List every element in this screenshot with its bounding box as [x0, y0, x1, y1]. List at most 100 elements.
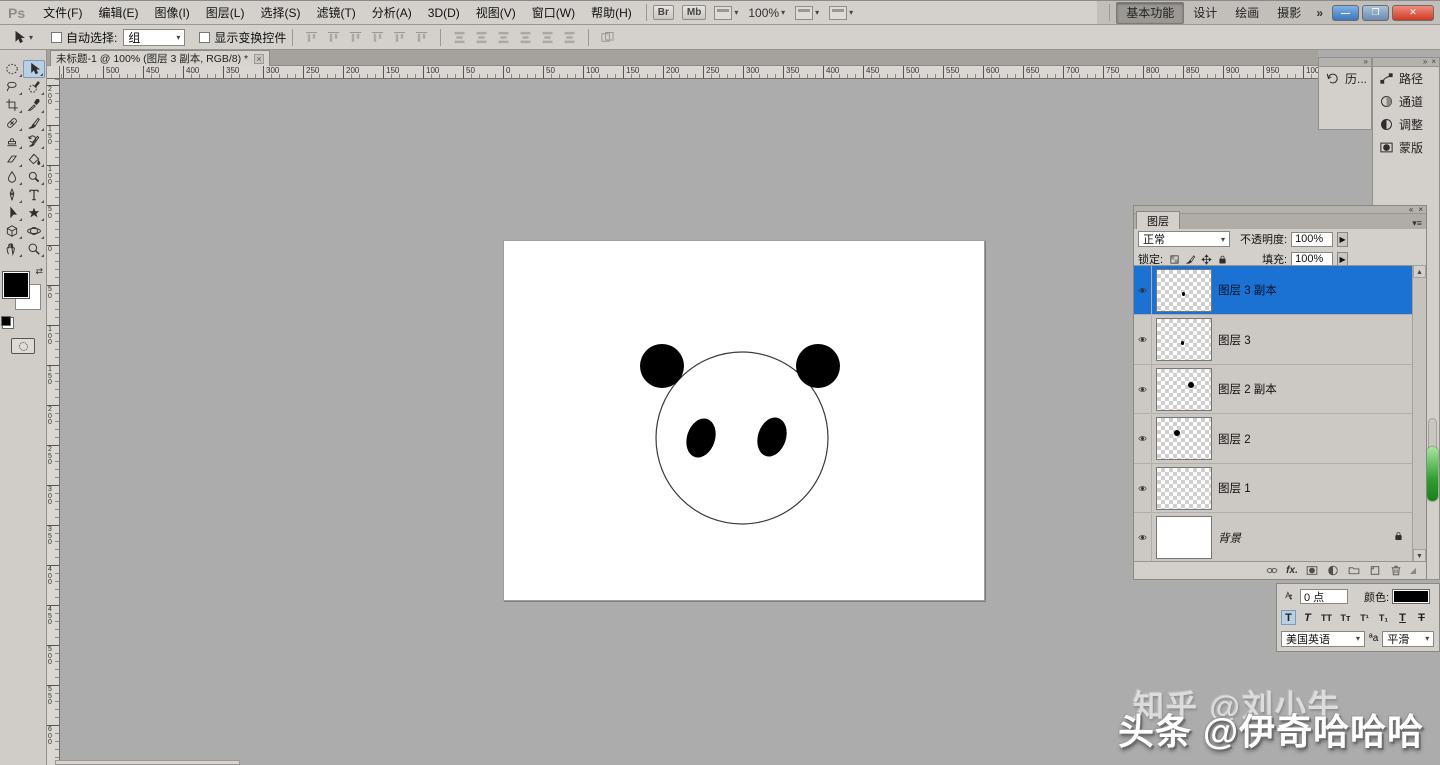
bridge-button[interactable]: Br [653, 5, 674, 20]
layer-visibility-eye-icon[interactable] [1134, 464, 1152, 512]
view-extras-button[interactable]: ▾ [714, 6, 738, 20]
blend-mode-dropdown[interactable]: 正常▾ [1138, 231, 1230, 247]
layer-row-4[interactable]: 图层 2 [1134, 415, 1412, 464]
layer-row-5[interactable]: 图层 1 [1134, 464, 1412, 513]
lock-transparent-pixels-button[interactable] [1167, 252, 1182, 266]
menu-select[interactable]: 选择(S) [252, 3, 308, 23]
underline-button[interactable]: T [1395, 610, 1410, 625]
workspace-basic-functions[interactable]: 基本功能 [1116, 2, 1184, 24]
foreground-color-swatch[interactable] [3, 272, 29, 298]
zoom-tool[interactable] [23, 240, 45, 258]
layer-name[interactable]: 图层 3 [1218, 332, 1251, 348]
align-right-edges-button[interactable] [413, 30, 430, 45]
new-group-button[interactable] [1347, 564, 1361, 577]
hand-tool[interactable] [1, 240, 23, 258]
distribute-bottom-edges-button[interactable] [495, 30, 512, 45]
panel-button-history[interactable]: 历... [1319, 67, 1371, 90]
delete-layer-button[interactable] [1389, 564, 1403, 577]
menu-window[interactable]: 窗口(W) [524, 3, 583, 23]
faux-bold-button[interactable]: T [1281, 610, 1296, 625]
document-tab[interactable]: 未标题-1 @ 100% (图层 3 副本, RGB/8) * × [50, 50, 270, 66]
layer-visibility-eye-icon[interactable] [1134, 415, 1152, 463]
new-layer-button[interactable] [1368, 564, 1382, 577]
layer-thumbnail[interactable] [1156, 516, 1212, 559]
swap-colors-icon[interactable]: ⇄ [35, 266, 43, 277]
type-tool[interactable] [23, 186, 45, 204]
menu-three-d[interactable]: 3D(D) [420, 3, 468, 23]
menu-filter[interactable]: 滤镜(T) [308, 3, 363, 23]
orbit-3d-tool[interactable] [23, 222, 45, 240]
vertical-ruler[interactable]: 2 0 01 5 01 0 05 005 01 0 01 5 02 0 02 5… [47, 79, 60, 765]
panel-button-channels[interactable]: 通道 [1373, 90, 1439, 113]
arrange-documents-button[interactable]: ▾ [795, 6, 819, 20]
horizontal-scrollbar[interactable] [55, 760, 240, 765]
menu-help[interactable]: 帮助(H) [583, 3, 640, 23]
pen-tool[interactable] [1, 186, 23, 204]
layer-visibility-eye-icon[interactable] [1134, 514, 1152, 562]
add-layer-mask-button[interactable] [1305, 564, 1319, 577]
distribute-left-edges-button[interactable] [517, 30, 534, 45]
mini-bridge-button[interactable]: Mb [682, 5, 706, 20]
panel-button-masks[interactable]: 蒙版 [1373, 136, 1439, 159]
auto-align-layers-button[interactable] [599, 30, 616, 45]
rotate-3d-tool[interactable] [1, 222, 23, 240]
show-transform-controls-checkbox[interactable] [199, 32, 210, 43]
screen-mode-button[interactable]: ▾ [829, 6, 853, 20]
quick-selection-tool[interactable] [23, 78, 45, 96]
link-layers-button[interactable] [1265, 564, 1279, 577]
all-caps-button[interactable]: TT [1319, 610, 1334, 625]
superscript-button[interactable]: T¹ [1357, 610, 1372, 625]
menu-layer[interactable]: 图层(L) [198, 3, 253, 23]
window-minimize-button[interactable]: — [1332, 5, 1359, 21]
document-tab-close-icon[interactable]: × [254, 54, 264, 64]
align-vertical-centers-button[interactable] [325, 30, 342, 45]
elliptical-marquee-tool[interactable] [1, 60, 23, 78]
lock-position-button[interactable] [1199, 252, 1214, 266]
baseline-shift-field[interactable]: 0 点 [1300, 589, 1348, 604]
zoom-level-dropdown[interactable]: 100%▾ [748, 6, 785, 20]
workspace-overflow-chevron[interactable]: » [1316, 6, 1323, 20]
menu-edit[interactable]: 编辑(E) [90, 3, 146, 23]
small-caps-button[interactable]: Tᴛ [1338, 610, 1353, 625]
menu-view[interactable]: 视图(V) [468, 3, 524, 23]
default-colors-icon[interactable] [1, 316, 11, 326]
layer-style-button[interactable]: fx. [1286, 565, 1298, 576]
paint-bucket-tool[interactable] [23, 150, 45, 168]
ruler-origin-corner[interactable] [47, 66, 60, 79]
layer-visibility-eye-icon[interactable] [1134, 365, 1152, 413]
document-canvas[interactable] [503, 240, 985, 601]
text-color-swatch[interactable] [1393, 590, 1429, 603]
history-brush-tool[interactable] [23, 132, 45, 150]
align-bottom-edges-button[interactable] [347, 30, 364, 45]
auto-select-checkbox[interactable] [51, 32, 62, 43]
layer-thumbnail[interactable] [1156, 467, 1212, 510]
layer-name[interactable]: 图层 1 [1218, 480, 1251, 496]
distribute-right-edges-button[interactable] [561, 30, 578, 45]
faux-italic-button[interactable]: T [1300, 610, 1315, 625]
window-close-button[interactable]: ✕ [1392, 5, 1434, 21]
language-dropdown[interactable]: 美国英语▾ [1281, 631, 1365, 647]
layer-visibility-eye-icon[interactable] [1134, 266, 1152, 314]
dodge-tool[interactable] [23, 168, 45, 186]
scroll-up-icon[interactable]: ▲ [1413, 265, 1426, 278]
layer-row-1[interactable]: 图层 3 副本 [1134, 266, 1412, 315]
blur-tool[interactable] [1, 168, 23, 186]
opacity-value[interactable]: 100% [1291, 232, 1333, 247]
opacity-slider-arrow[interactable]: ▶ [1337, 232, 1348, 247]
workspace-painting[interactable]: 绘画 [1226, 3, 1268, 23]
scrollbar-thumb-highlight[interactable] [1427, 447, 1438, 501]
distribute-vertical-centers-button[interactable] [473, 30, 490, 45]
window-restore-button[interactable]: ❐ [1362, 5, 1389, 21]
custom-shape-tool[interactable] [23, 204, 45, 222]
anti-alias-dropdown[interactable]: 平滑▾ [1382, 631, 1434, 647]
quick-mask-button[interactable] [11, 338, 35, 354]
path-selection-tool[interactable] [1, 204, 23, 222]
menu-analysis[interactable]: 分析(A) [364, 3, 420, 23]
workspace-design[interactable]: 设计 [1184, 3, 1226, 23]
layers-panel-tab[interactable]: 图层 [1136, 211, 1180, 229]
panel-button-paths[interactable]: 路径 [1373, 67, 1439, 90]
layer-thumbnail[interactable] [1156, 318, 1212, 361]
horizontal-ruler[interactable]: 5505004504003503002502001501005005010015… [60, 66, 1318, 79]
eyedropper-tool[interactable] [23, 96, 45, 114]
dock-expand-chevron[interactable]: » [1364, 58, 1368, 66]
